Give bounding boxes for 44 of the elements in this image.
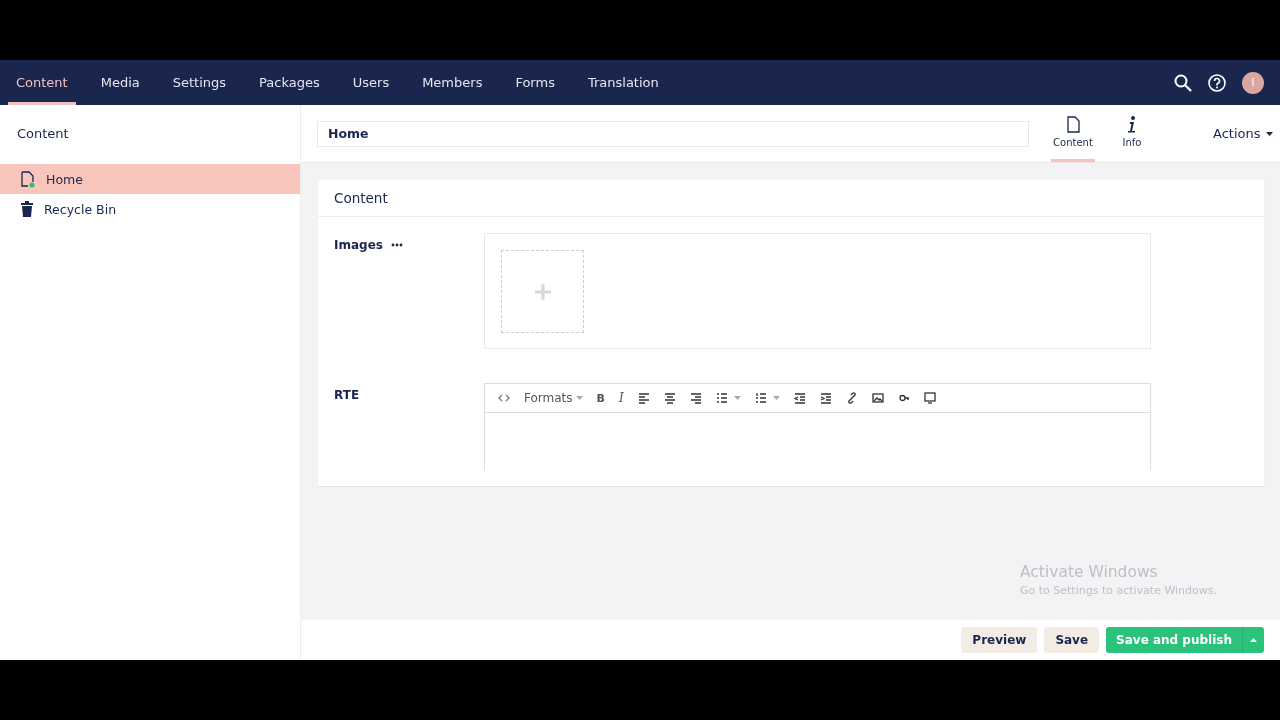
document-icon [1066,116,1080,133]
number-list-icon[interactable] [754,392,767,404]
bullet-list-icon[interactable] [715,392,728,404]
nav-tab[interactable]: Forms [507,60,563,105]
caret-icon [1265,131,1273,136]
trash-icon [20,201,34,217]
rich-text-editor[interactable]: Formats B I [484,383,1151,470]
nav-tab[interactable]: Users [344,60,398,105]
nav-tab[interactable]: Content [8,60,76,105]
more-icon[interactable] [390,243,403,247]
footer-button[interactable]: Save [1044,627,1100,653]
tree-item[interactable]: Home [0,164,300,194]
image-icon[interactable] [871,392,884,404]
footer-button[interactable]: Preview [961,627,1038,653]
name-field[interactable]: Home [317,120,1029,147]
nav-tab[interactable]: Members [414,60,491,105]
nav-tab[interactable]: Media [92,60,148,105]
plus-icon [534,283,551,300]
property-label: Images [334,238,383,252]
actions-button[interactable]: Actions [1207,105,1279,162]
outdent-icon[interactable] [793,392,806,404]
toolbar-button[interactable]: I [611,391,631,405]
search-icon[interactable] [1174,73,1192,92]
card-title: Content [318,180,1264,217]
tree-item-label: Home [46,171,83,187]
tree-item[interactable]: Recycle Bin [0,194,300,224]
indent-icon[interactable] [819,392,832,404]
tree-title: Content [16,125,70,143]
toolbar-button[interactable]: B [589,391,612,405]
toolbar-button[interactable]: Formats [517,391,590,405]
caret-icon [1250,638,1257,642]
nav-tab[interactable]: Settings [164,60,235,105]
document-icon [20,170,36,188]
nav-tab[interactable]: Packages [251,60,328,105]
info-icon [1128,116,1136,133]
tree-item-label: Recycle Bin [44,201,117,217]
property-label: RTE [334,388,360,402]
help-icon[interactable] [1208,73,1226,92]
align-left-icon[interactable] [637,392,650,404]
align-right-icon[interactable] [689,392,702,404]
link-icon[interactable] [845,392,858,404]
align-center-icon[interactable] [663,392,676,404]
nav-tab[interactable]: Translation [579,60,667,105]
code-icon[interactable] [498,392,510,404]
